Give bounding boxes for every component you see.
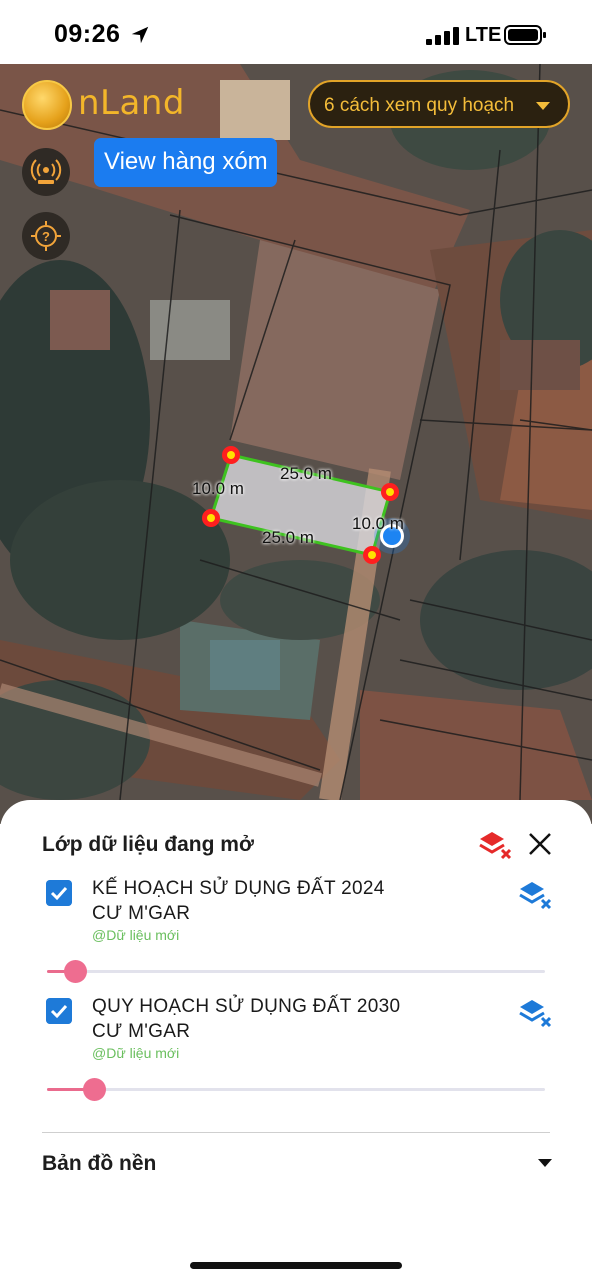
- layer-opacity-slider[interactable]: [47, 1078, 545, 1101]
- status-time: 09:26: [54, 20, 121, 48]
- status-bar: 09:26 LTE: [0, 0, 592, 64]
- satellite-map[interactable]: 25.0 m 10.0 m 25.0 m 10.0 m: [0, 64, 592, 824]
- edge-label-bottom: 25.0 m: [262, 528, 314, 547]
- planning-views-button[interactable]: 6 cách xem quy hoạch: [308, 80, 570, 128]
- remove-layer-icon[interactable]: [518, 998, 552, 1028]
- logo-coin-icon: [22, 80, 72, 130]
- layer-name-line2: CƯ M'GAR: [92, 1021, 191, 1042]
- layer-name-line1: KẾ HOẠCH SỬ DỤNG ĐẤT 2024: [92, 878, 385, 899]
- logo-text: nLand: [78, 83, 185, 123]
- antenna-button[interactable]: [22, 148, 70, 196]
- layer-item: QUY HOẠCH SỬ DỤNG ĐẤT 2030 CƯ M'GAR @Dữ …: [0, 918, 592, 1061]
- basemap-label[interactable]: Bản đồ nền: [42, 1152, 156, 1176]
- chevron-down-icon: [536, 102, 550, 110]
- battery-icon: [504, 25, 546, 45]
- edge-label-left: 10.0 m: [192, 479, 244, 498]
- app-logo: nLand: [22, 80, 192, 136]
- layer-item: KẾ HOẠCH SỬ DỤNG ĐẤT 2024 CƯ M'GAR @Dữ l…: [0, 800, 592, 943]
- slider-knob[interactable]: [83, 1078, 106, 1101]
- help-location-icon: ?: [31, 221, 61, 251]
- network-label: LTE: [465, 24, 502, 46]
- layer-source: @Dữ liệu mới: [92, 1045, 180, 1061]
- help-location-button[interactable]: ?: [22, 212, 70, 260]
- layer-checkbox[interactable]: [46, 880, 72, 906]
- edge-label-top: 25.0 m: [280, 464, 332, 483]
- edge-label-right: 10.0 m: [352, 514, 404, 533]
- planning-views-label: 6 cách xem quy hoạch: [324, 95, 515, 116]
- map-imagery: [0, 64, 592, 824]
- view-neighbors-button[interactable]: View hàng xóm: [94, 138, 277, 187]
- layer-name-line1: QUY HOẠCH SỬ DỤNG ĐẤT 2030: [92, 996, 401, 1017]
- signal-icon: [426, 27, 459, 45]
- layer-checkbox[interactable]: [46, 998, 72, 1024]
- location-arrow-icon: [131, 26, 149, 44]
- view-neighbors-label: View hàng xóm: [104, 148, 268, 175]
- chevron-down-icon[interactable]: [538, 1159, 552, 1167]
- antenna-icon: [30, 159, 62, 184]
- svg-text:?: ?: [42, 229, 50, 244]
- remove-layer-icon[interactable]: [518, 880, 552, 910]
- layers-sheet: Lớp dữ liệu đang mở KẾ HOẠCH SỬ DỤNG ĐẤT…: [0, 800, 592, 1280]
- home-indicator: [190, 1262, 402, 1269]
- divider: [42, 1132, 550, 1133]
